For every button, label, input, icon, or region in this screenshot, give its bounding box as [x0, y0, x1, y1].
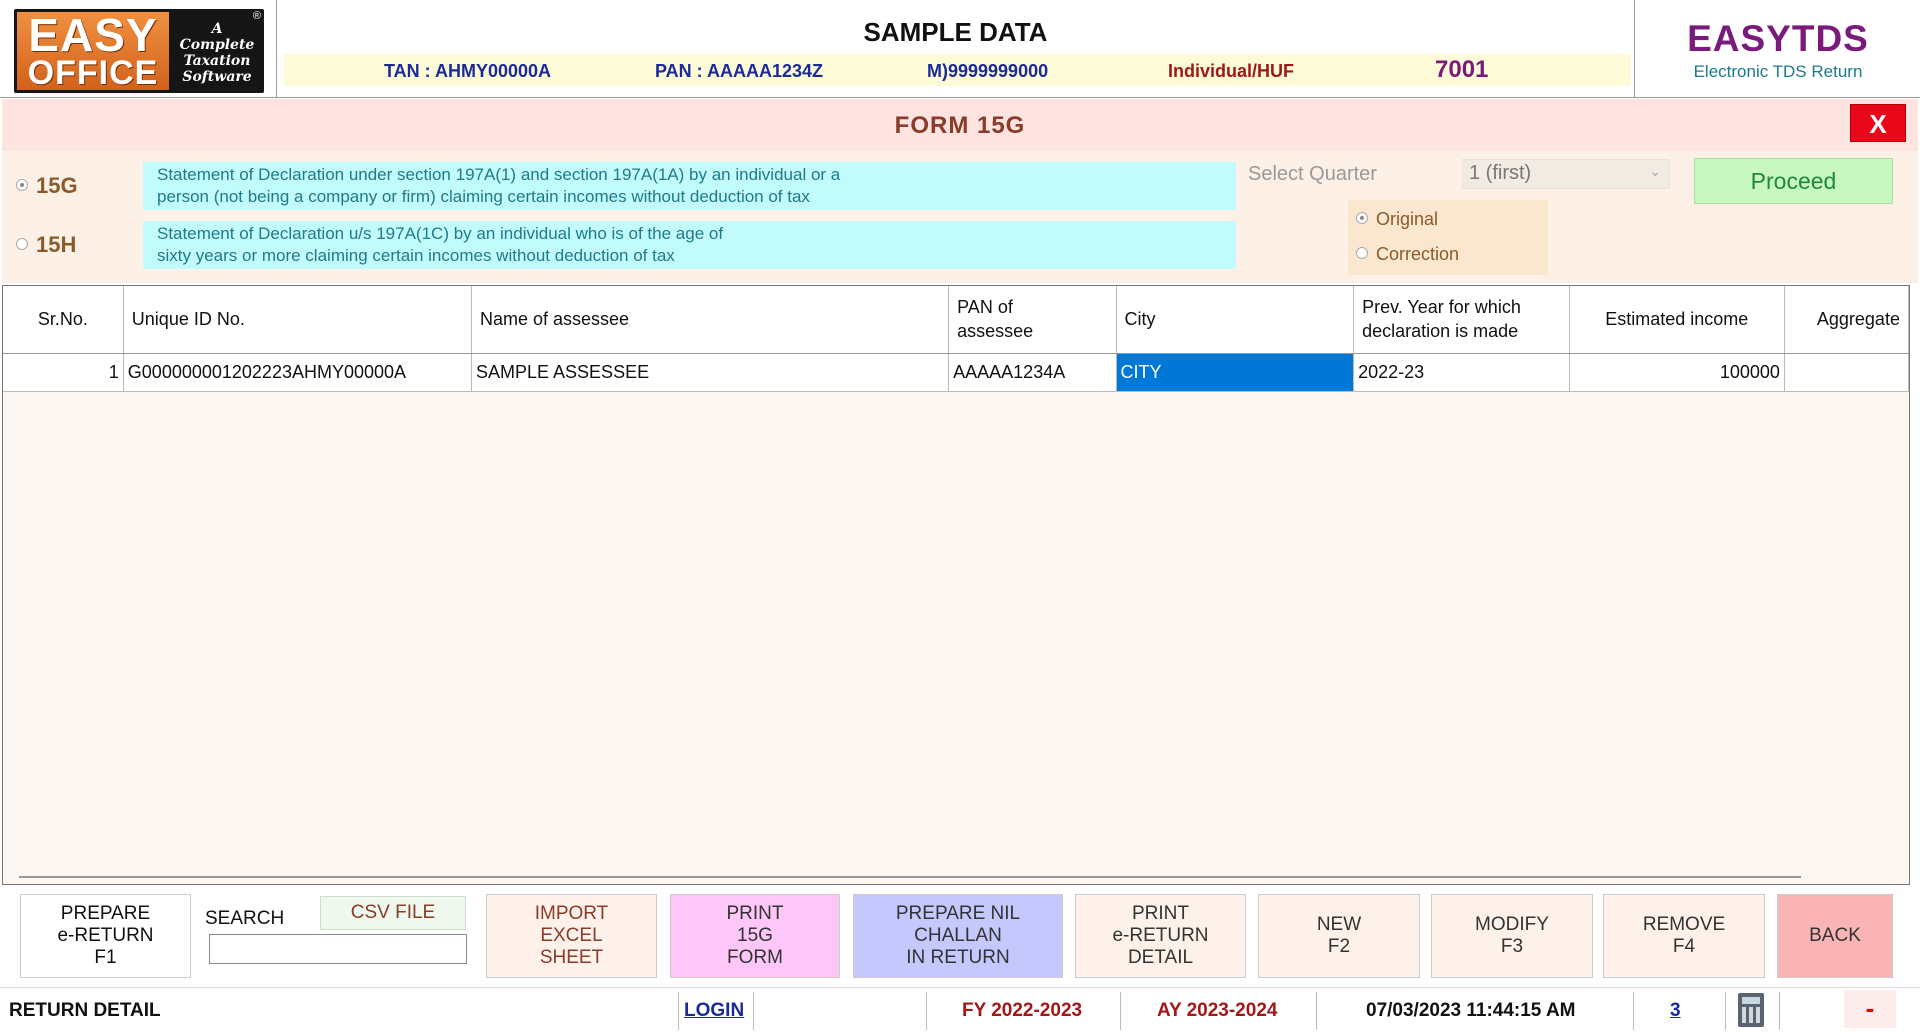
- separator: [926, 992, 927, 1030]
- csv-file-button[interactable]: CSV FILE: [320, 896, 466, 930]
- assessee-status: Individual/HUF: [1168, 61, 1294, 81]
- remove-button[interactable]: REMOVE F4: [1603, 894, 1765, 978]
- info-bar: TAN : AHMY00000A PAN : AAAAA1234Z M)9999…: [284, 54, 1631, 86]
- declarations-grid[interactable]: Sr.No. Unique ID No. Name of assessee PA…: [2, 285, 1910, 885]
- radio-original[interactable]: Original: [1356, 209, 1438, 230]
- company-name: SAMPLE DATA: [863, 17, 1048, 47]
- mobile-number: M)9999999000: [927, 61, 1049, 81]
- radio-correction-label: Correction: [1376, 244, 1460, 264]
- separator: [753, 992, 754, 1030]
- logo-orange-panel: EASY OFFICE: [17, 12, 169, 90]
- search-label: SEARCH: [205, 908, 285, 929]
- new-button[interactable]: NEW F2: [1258, 894, 1420, 978]
- prepare-nil-challan-button[interactable]: PREPARE NIL CHALLAN IN RETURN: [853, 894, 1063, 978]
- assessment-year: AY 2023-2024: [1157, 1000, 1278, 1021]
- chevron-down-icon: ⌄: [1649, 163, 1661, 179]
- options-panel: 15G Statement of Declaration under secti…: [2, 151, 1918, 283]
- prepare-return-button[interactable]: PREPARE e-RETURN F1: [20, 894, 191, 978]
- form15g-description: Statement of Declaration under section 1…: [143, 162, 1236, 210]
- cell-unique-id[interactable]: G000000001202223AHMY00000A: [123, 353, 473, 392]
- header-info: SAMPLE DATA TAN : AHMY00000A PAN : AAAAA…: [278, 0, 1633, 98]
- logo-text-easy: EASY: [28, 9, 158, 61]
- proceed-button[interactable]: Proceed: [1694, 158, 1893, 204]
- app-window: EASY OFFICE A Complete Taxation Software…: [0, 0, 1920, 1032]
- section-name: RETURN DETAIL: [9, 1000, 161, 1021]
- col-header-srno[interactable]: Sr.No.: [3, 286, 124, 354]
- col-header-name[interactable]: Name of assessee: [471, 286, 950, 354]
- bottom-toolbar: PREPARE e-RETURN F1 SEARCH CSV FILE IMPO…: [2, 886, 1918, 986]
- cell-pan[interactable]: AAAAA1234A: [948, 353, 1117, 392]
- col-header-city[interactable]: City: [1116, 286, 1355, 354]
- radio-15g-label: 15G: [36, 173, 78, 198]
- cell-city[interactable]: CITY: [1116, 353, 1355, 392]
- radio-selected-icon: [16, 179, 28, 192]
- back-button[interactable]: BACK: [1777, 894, 1893, 978]
- separator: [678, 992, 679, 1030]
- declarations-table: Sr.No. Unique ID No. Name of assessee PA…: [3, 286, 1909, 392]
- col-header-unique-id[interactable]: Unique ID No.: [123, 286, 473, 354]
- brand-title: EASYTDS: [1687, 18, 1869, 59]
- separator: [1316, 992, 1317, 1030]
- print-form-button[interactable]: PRINT 15G FORM: [670, 894, 840, 978]
- cell-estimated-income[interactable]: 100000: [1569, 353, 1785, 392]
- logo-area: EASY OFFICE A Complete Taxation Software…: [0, 0, 277, 98]
- separator: [1633, 992, 1634, 1030]
- registered-icon: ®: [252, 10, 261, 22]
- radio-selected-icon: [1356, 212, 1368, 225]
- logo-text-office: OFFICE: [27, 54, 159, 92]
- form15h-description: Statement of Declaration u/s 197A(1C) by…: [143, 221, 1236, 269]
- pan-number: PAN : AAAAA1234Z: [655, 61, 824, 81]
- quarter-label: Select Quarter: [1248, 163, 1377, 185]
- tan-number: TAN : AHMY00000A: [384, 61, 552, 81]
- radio-unselected-icon: [1356, 247, 1368, 260]
- return-type-panel: Original Correction: [1348, 200, 1548, 275]
- cell-aggregate[interactable]: [1784, 353, 1909, 392]
- quarter-value: 1 (first): [1469, 162, 1532, 184]
- horizontal-scrollbar[interactable]: [19, 876, 1801, 878]
- print-return-detail-button[interactable]: PRINT e-RETURN DETAIL: [1075, 894, 1246, 978]
- form-title-bar: FORM 15G X: [2, 99, 1918, 151]
- import-excel-button[interactable]: IMPORT EXCEL SHEET: [486, 894, 657, 978]
- calculator-icon[interactable]: [1738, 993, 1764, 1027]
- radio-original-label: Original: [1376, 209, 1439, 229]
- cell-name[interactable]: SAMPLE ASSESSEE: [471, 353, 950, 392]
- separator: [1120, 992, 1121, 1030]
- financial-year: FY 2022-2023: [962, 1000, 1083, 1021]
- table-header-row: Sr.No. Unique ID No. Name of assessee PA…: [3, 286, 1909, 354]
- easy-office-logo: EASY OFFICE A Complete Taxation Software…: [14, 9, 264, 93]
- radio-15h[interactable]: 15H: [16, 232, 76, 258]
- radio-15g[interactable]: 15G: [16, 173, 78, 199]
- logo-tagline: A Complete Taxation Software: [179, 21, 255, 85]
- radio-15h-label: 15H: [36, 232, 77, 257]
- radio-unselected-icon: [16, 238, 28, 251]
- search-input[interactable]: [209, 934, 467, 964]
- form-title: FORM 15G: [894, 112, 1026, 139]
- col-header-estimated-income[interactable]: Estimated income: [1569, 286, 1785, 354]
- quarter-select[interactable]: 1 (first) ⌄: [1462, 159, 1670, 189]
- brand-area: EASYTDS Electronic TDS Return: [1634, 0, 1920, 98]
- modify-button[interactable]: MODIFY F3: [1431, 894, 1593, 978]
- brand-subtitle: Electronic TDS Return: [1693, 62, 1863, 81]
- close-button[interactable]: X: [1850, 104, 1906, 142]
- radio-correction[interactable]: Correction: [1356, 244, 1459, 265]
- col-header-pan[interactable]: PAN of assessee: [948, 286, 1117, 354]
- cell-srno[interactable]: 1: [3, 353, 124, 392]
- status-bar: RETURN DETAIL LOGIN FY 2022-2023 AY 2023…: [0, 987, 1920, 1032]
- deductor-code: 7001: [1435, 56, 1489, 83]
- table-row[interactable]: 1 G000000001202223AHMY00000A SAMPLE ASSE…: [3, 353, 1909, 392]
- login-link[interactable]: LOGIN: [684, 1000, 744, 1022]
- col-header-prev-year[interactable]: Prev. Year for which declaration is made: [1353, 286, 1570, 354]
- separator: [1725, 992, 1726, 1030]
- header: EASY OFFICE A Complete Taxation Software…: [0, 0, 1920, 98]
- date-time: 07/03/2023 11:44:15 AM: [1366, 1000, 1576, 1021]
- cell-prev-year[interactable]: 2022-23: [1353, 353, 1570, 392]
- minimize-button[interactable]: -: [1844, 990, 1896, 1028]
- separator: [1779, 992, 1780, 1030]
- count-link[interactable]: 3: [1670, 1000, 1681, 1022]
- col-header-aggregate[interactable]: Aggregate: [1784, 286, 1909, 354]
